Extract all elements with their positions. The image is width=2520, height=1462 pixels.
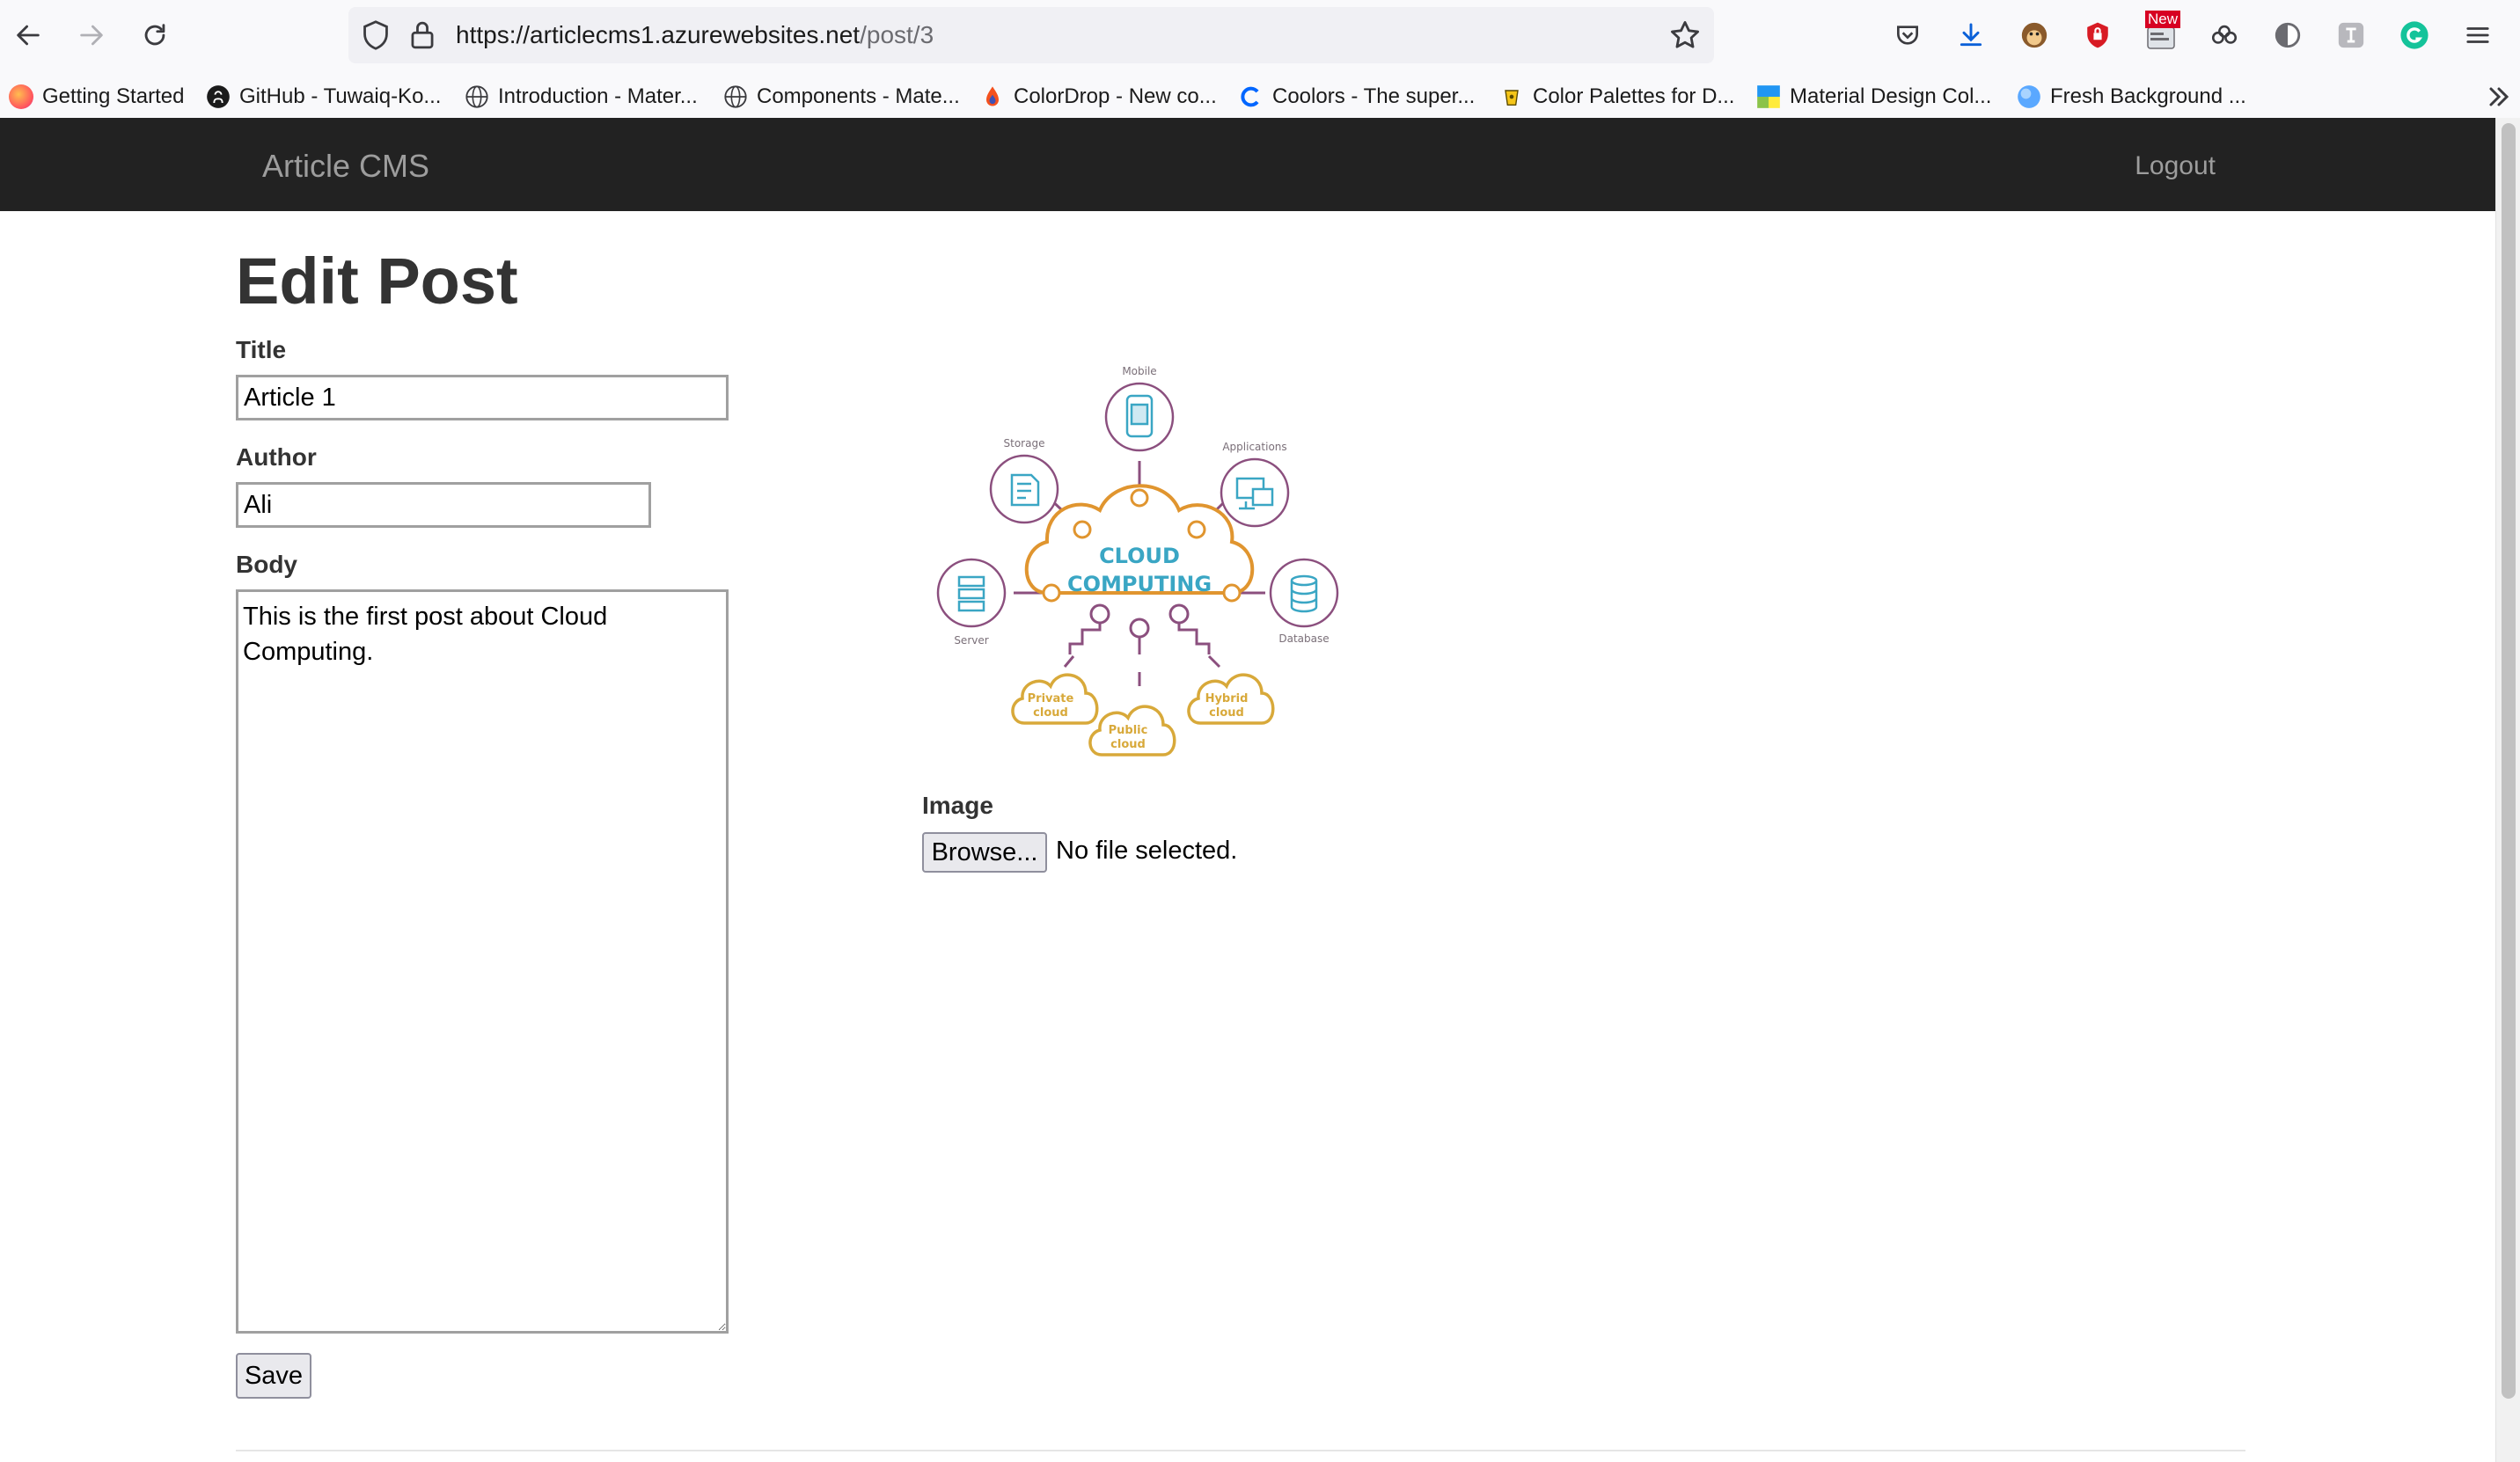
cloud-title-line1: CLOUD [1099, 544, 1180, 568]
footer-divider [236, 1450, 2245, 1451]
private-cloud-label-1: Private [1028, 692, 1074, 705]
grammarly-icon[interactable] [2397, 18, 2432, 53]
author-label: Author [236, 443, 317, 471]
bookmark-getting-started[interactable]: Getting Started [9, 76, 184, 118]
page-scrollbar[interactable] [2495, 118, 2520, 1462]
hamburger-menu-icon[interactable] [2460, 18, 2495, 53]
bookmark-color-palettes[interactable]: Color Palettes for D... [1499, 76, 1734, 118]
shadow-extension-icon[interactable] [2270, 18, 2305, 53]
back-icon[interactable] [5, 12, 51, 58]
applications-label: Applications [1222, 441, 1286, 453]
hybrid-cloud-label-1: Hybrid [1205, 692, 1249, 705]
scrollbar-thumb[interactable] [2502, 123, 2516, 1399]
colordrop-icon [986, 86, 999, 106]
body-textarea[interactable]: This is the first post about Cloud Compu… [236, 589, 729, 1334]
material-colors-icon [1757, 85, 1780, 108]
bookmarks-toolbar: Getting Started GitHub - Tuwaiq-Ko... In… [0, 76, 2520, 118]
public-cloud-label-2: cloud [1110, 738, 1146, 751]
news-extension-icon[interactable]: New [2143, 11, 2181, 53]
bookmarks-overflow-chevron-icon[interactable] [2483, 81, 2515, 117]
bookmark-github[interactable]: GitHub - Tuwaiq-Ko... [206, 76, 441, 118]
browser-toolbar: https://articlecms1.azurewebsites.net/po… [0, 0, 2520, 118]
public-cloud-label-1: Public [1109, 724, 1148, 737]
translate-extension-icon[interactable] [2333, 18, 2369, 53]
bookmark-coolors[interactable]: Coolors - The super... [1239, 76, 1475, 118]
file-status-text: No file selected. [1056, 837, 1238, 865]
ublock-shield-icon[interactable] [2080, 18, 2115, 53]
monkey-extension-icon[interactable] [2017, 18, 2052, 53]
database-label: Database [1278, 632, 1329, 645]
body-label: Body [236, 551, 297, 578]
server-label: Server [954, 634, 988, 647]
tracking-shield-icon[interactable] [361, 19, 391, 55]
pocket-icon[interactable] [1890, 18, 1925, 53]
storage-label: Storage [1004, 437, 1045, 450]
image-label: Image [922, 792, 993, 819]
bookmark-introduction[interactable]: Introduction - Mater... [465, 76, 698, 118]
post-image: CLOUD COMPUTING Mobile Applications Data… [933, 338, 1346, 764]
globe-icon [465, 85, 488, 108]
bookmark-components[interactable]: Components - Mate... [723, 76, 960, 118]
author-input[interactable] [236, 482, 651, 528]
palette-cup-icon [1505, 90, 1519, 106]
mobile-label: Mobile [1122, 365, 1156, 377]
reload-icon[interactable] [132, 12, 178, 58]
url-bar[interactable]: https://articlecms1.azurewebsites.net/po… [348, 7, 1714, 63]
download-icon[interactable] [1953, 18, 1989, 53]
new-badge: New [2145, 11, 2181, 28]
globe-icon [724, 85, 747, 108]
firefox-icon [9, 84, 33, 109]
browse-button[interactable]: Browse... [922, 832, 1047, 873]
save-button[interactable]: Save [236, 1353, 311, 1399]
site-navbar: Article CMS Logout [0, 118, 2495, 211]
bookmark-star-icon[interactable] [1668, 18, 1702, 56]
page-title: Edit Post [236, 245, 518, 318]
server-node [936, 558, 1007, 628]
title-label: Title [236, 336, 287, 363]
coolors-icon [1241, 86, 1259, 107]
github-icon [207, 85, 230, 108]
fresh-background-icon [2018, 85, 2040, 108]
storage-node [989, 454, 1059, 524]
lock-icon[interactable] [408, 19, 436, 55]
bookmark-colordrop[interactable]: ColorDrop - New co... [980, 76, 1217, 118]
title-input[interactable] [236, 375, 729, 420]
url-text[interactable]: https://articlecms1.azurewebsites.net/po… [456, 7, 934, 63]
logout-link[interactable]: Logout [2135, 118, 2216, 215]
brand-link[interactable]: Article CMS [262, 118, 429, 215]
bookmark-fresh-background[interactable]: Fresh Background ... [2017, 76, 2246, 118]
cloud-sync-icon[interactable] [2207, 18, 2242, 53]
private-cloud-label-2: cloud [1033, 706, 1068, 720]
cloud-title-line2: COMPUTING [1067, 572, 1212, 596]
bookmark-material-design-colors[interactable]: Material Design Col... [1756, 76, 1991, 118]
forward-icon[interactable] [69, 12, 114, 58]
hybrid-cloud-label-2: cloud [1209, 706, 1244, 720]
